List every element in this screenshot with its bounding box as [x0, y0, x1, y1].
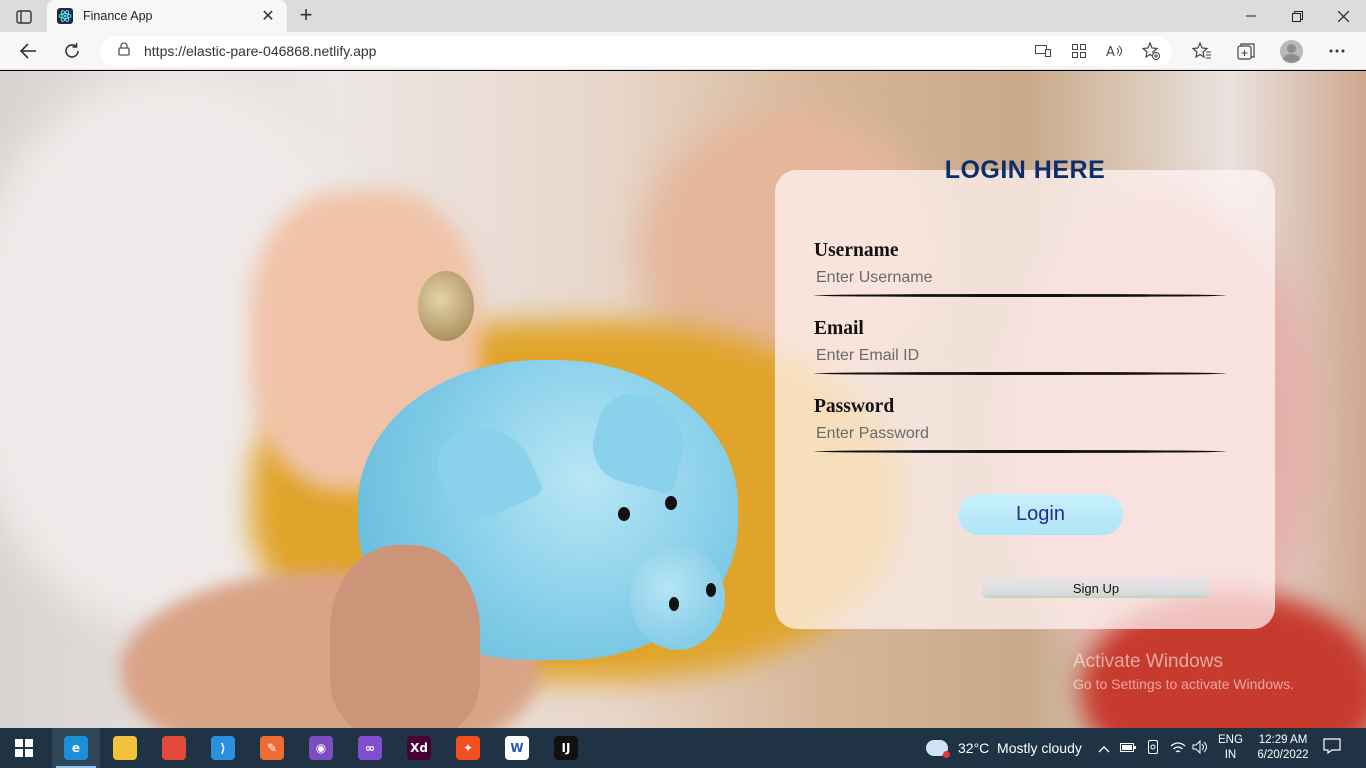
taskbar-app-button[interactable]: ✦ — [444, 728, 492, 768]
username-underline — [814, 294, 1226, 297]
figma-icon: ✦ — [456, 736, 480, 760]
email-input[interactable] — [814, 341, 1226, 371]
chrome-icon — [162, 736, 186, 760]
taskbar-app-button[interactable]: W — [493, 728, 541, 768]
github-desktop-icon: ◉ — [309, 736, 333, 760]
notifications-icon[interactable] — [1322, 738, 1342, 758]
language-code: ENG — [1218, 734, 1243, 746]
file-explorer-icon — [113, 736, 137, 760]
windows-logo-icon — [15, 739, 33, 757]
taskbar-app-button[interactable]: ✎ — [248, 728, 296, 768]
language-indicator[interactable]: ENG IN — [1218, 733, 1243, 763]
password-underline — [814, 450, 1226, 453]
tab-close-icon[interactable]: ✕ — [259, 6, 277, 26]
region-code: IN — [1224, 749, 1237, 761]
vscode-icon: ⟩ — [211, 736, 235, 760]
collections-icon[interactable] — [1235, 40, 1257, 62]
add-favorite-icon[interactable] — [1140, 40, 1162, 62]
volume-icon[interactable] — [1192, 739, 1208, 757]
profile-avatar[interactable] — [1280, 40, 1303, 63]
photo-pig-eye — [618, 507, 630, 521]
watermark-subtitle: Go to Settings to activate Windows. — [1073, 676, 1294, 692]
svg-text:A: A — [1106, 45, 1115, 58]
taskbar-app-button[interactable]: ∞ — [346, 728, 394, 768]
taskbar-app-button[interactable] — [150, 728, 198, 768]
jetbrains-icon: IJ — [554, 736, 578, 760]
photo-pig-nostril — [706, 583, 716, 597]
weather-widget[interactable]: 32°C Mostly cloudy — [926, 728, 1082, 768]
weather-text: 32°C Mostly cloudy — [958, 740, 1082, 756]
taskbar-app-button[interactable]: IJ — [542, 728, 590, 768]
read-aloud-icon[interactable]: A — [1104, 40, 1126, 62]
minimize-icon[interactable] — [1228, 0, 1274, 32]
windows-taskbar: e ⟩ ✎ ◉ ∞ Xd ✦ W IJ 32°C Mostly cloudy ENG IN 12… — [0, 728, 1366, 768]
show-hidden-icons-icon[interactable] — [1098, 740, 1110, 756]
login-button[interactable]: Login — [958, 494, 1123, 535]
visual-studio-icon: ∞ — [358, 736, 382, 760]
email-underline — [814, 372, 1226, 375]
system-clock[interactable]: 12:29 AM 6/20/2022 — [1253, 733, 1313, 763]
photo-adult-thumb — [330, 545, 480, 735]
photo-coin — [418, 271, 474, 341]
close-window-icon[interactable] — [1320, 0, 1366, 32]
activate-windows-watermark: Activate Windows Go to Settings to activ… — [1073, 651, 1294, 692]
browser-tab-active[interactable]: Finance App ✕ — [47, 0, 287, 32]
wifi-icon[interactable] — [1170, 740, 1186, 757]
taskbar-app-button[interactable]: ⟩ — [199, 728, 247, 768]
taskbar-app-button[interactable]: e — [52, 728, 100, 768]
react-favicon-icon — [57, 8, 73, 24]
taskbar-app-button[interactable]: ◉ — [297, 728, 345, 768]
taskbar-app-button[interactable] — [101, 728, 149, 768]
postman-icon: ✎ — [260, 736, 284, 760]
password-input[interactable] — [814, 419, 1226, 449]
apps-grid-icon[interactable] — [1068, 40, 1090, 62]
clock-time: 12:29 AM — [1258, 734, 1308, 746]
battery-icon[interactable] — [1120, 740, 1136, 756]
password-label: Password — [814, 396, 895, 417]
signup-button[interactable]: Sign Up — [982, 578, 1210, 598]
tab-actions-icon[interactable] — [8, 6, 40, 28]
cloudy-weather-icon — [926, 740, 950, 758]
watermark-title: Activate Windows — [1073, 651, 1223, 672]
browser-tab-bar: Finance App ✕ + — [0, 0, 1366, 32]
username-label: Username — [814, 240, 899, 261]
login-title: LOGIN HERE — [944, 156, 1106, 184]
username-input[interactable] — [814, 263, 1226, 293]
favorites-icon[interactable] — [1191, 40, 1213, 62]
photo-pig-eye — [665, 496, 677, 510]
app-available-icon[interactable] — [1032, 40, 1054, 62]
back-arrow-icon[interactable] — [14, 37, 42, 65]
lock-icon[interactable] — [118, 41, 130, 61]
photo-pig-nostril — [669, 597, 679, 611]
start-button[interactable] — [0, 728, 48, 768]
adobe-xd-icon: Xd — [407, 736, 431, 760]
new-tab-button[interactable]: + — [294, 4, 318, 28]
taskbar-app-button[interactable]: Xd — [395, 728, 443, 768]
photo-pig-snout — [630, 545, 725, 650]
device-icon[interactable] — [1146, 740, 1160, 757]
clock-date: 6/20/2022 — [1257, 749, 1309, 761]
address-bar[interactable]: https://elastic-pare-046868.netlify.app — [100, 36, 1172, 66]
url-text[interactable]: https://elastic-pare-046868.netlify.app — [144, 43, 376, 59]
edge-icon: e — [64, 736, 88, 760]
email-label: Email — [814, 318, 864, 339]
refresh-icon[interactable] — [58, 37, 86, 65]
restore-icon[interactable] — [1274, 0, 1320, 32]
app-w-icon: W — [505, 736, 529, 760]
more-options-icon[interactable] — [1326, 40, 1348, 62]
tab-title: Finance App — [83, 9, 153, 23]
